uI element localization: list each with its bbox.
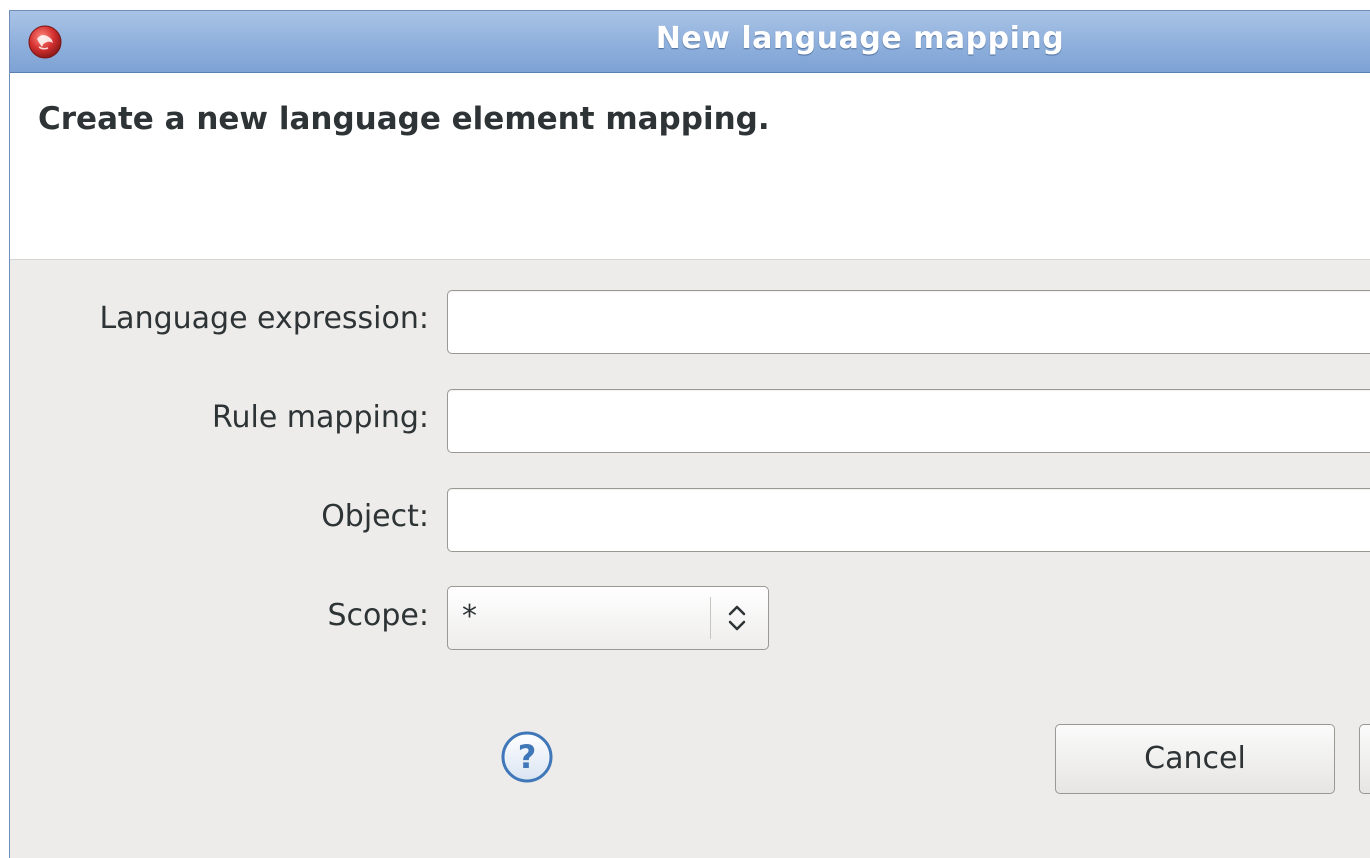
- rule-mapping-label: Rule mapping:: [211, 400, 429, 435]
- up-down-chevron-icon[interactable]: [724, 602, 750, 634]
- scope-label: Scope:: [327, 598, 430, 633]
- header-banner: Create a new language element mapping.: [10, 73, 1370, 260]
- scope-combo[interactable]: *: [447, 586, 769, 650]
- language-expression-field[interactable]: [447, 290, 1370, 354]
- help-icon[interactable]: ?: [500, 730, 554, 784]
- combo-separator: [710, 597, 711, 639]
- language-expression-label: Language expression:: [99, 301, 429, 336]
- object-label: Object:: [321, 499, 429, 534]
- object-field[interactable]: [447, 488, 1370, 552]
- partial-button[interactable]: [1359, 724, 1370, 794]
- cancel-button[interactable]: Cancel: [1055, 724, 1335, 794]
- dialog-window: New language mapping Create a new langua…: [9, 10, 1370, 858]
- title-bar[interactable]: New language mapping: [10, 11, 1370, 73]
- banner-message: Create a new language element mapping.: [38, 101, 770, 137]
- rule-mapping-field[interactable]: [447, 389, 1370, 453]
- scope-selected-value: *: [462, 599, 477, 634]
- language-expression-input[interactable]: [448, 291, 1370, 353]
- window-title: New language mapping: [655, 21, 1065, 56]
- rule-mapping-input[interactable]: [448, 390, 1370, 452]
- svg-text:?: ?: [518, 738, 537, 776]
- object-input[interactable]: [448, 489, 1370, 551]
